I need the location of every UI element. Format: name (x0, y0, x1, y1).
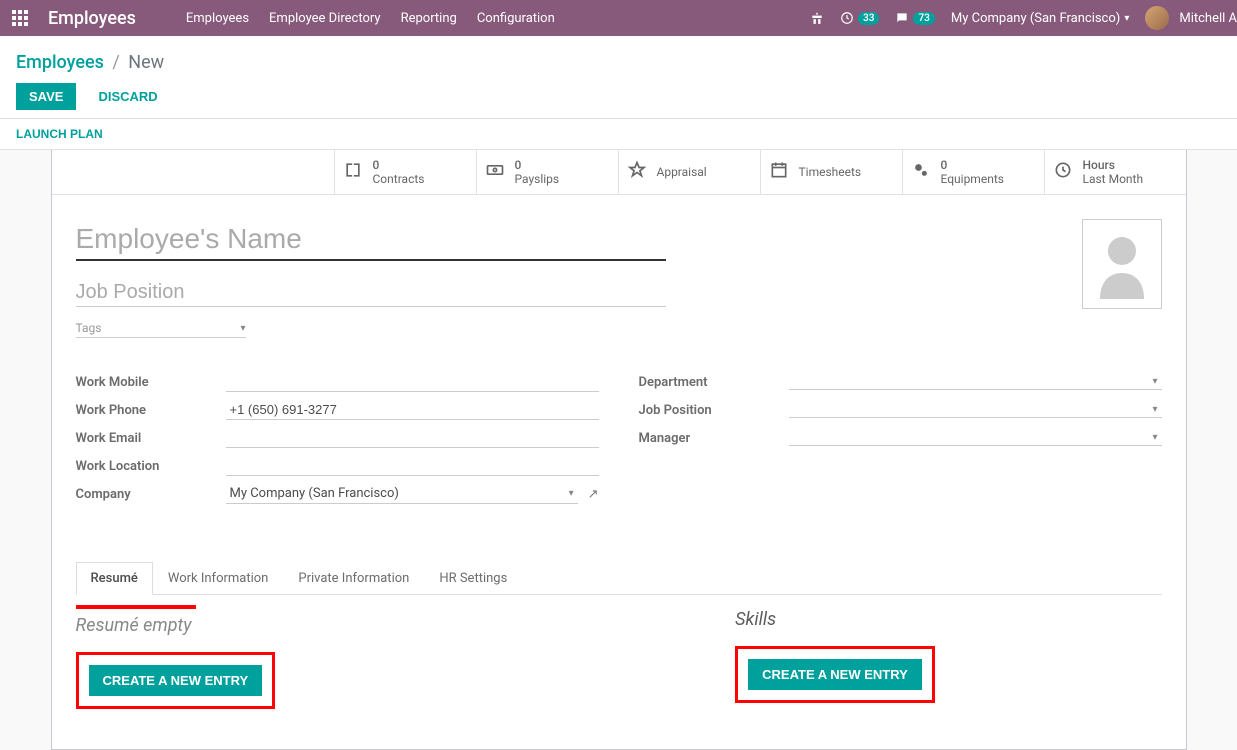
menu-configuration[interactable]: Configuration (477, 11, 555, 26)
launch-plan-button[interactable]: LAUNCH PLAN (0, 119, 119, 149)
calendar-icon (769, 160, 789, 185)
skills-heading: Skills (735, 609, 935, 630)
messages-icon[interactable]: 73 (895, 11, 934, 25)
menu-employees[interactable]: Employees (186, 11, 249, 26)
chevron-down-icon: ▾ (1152, 376, 1157, 387)
messages-badge: 73 (913, 12, 934, 25)
app-title[interactable]: Employees (48, 8, 136, 29)
company-select[interactable]: My Company (San Francisco) ▾ (226, 484, 578, 504)
create-skills-entry-button[interactable]: CREATE A NEW ENTRY (748, 659, 922, 690)
external-link-icon[interactable]: ↗ (588, 487, 599, 502)
activity-icon[interactable]: 33 (840, 11, 879, 25)
discard-button[interactable]: DISCARD (86, 83, 169, 110)
breadcrumb-root[interactable]: Employees (16, 52, 104, 73)
breadcrumb: Employees / New (16, 44, 1221, 83)
create-resume-entry-button[interactable]: CREATE A NEW ENTRY (89, 665, 263, 696)
highlight-box: CREATE A NEW ENTRY (735, 646, 935, 703)
tabs: Resumé Work Information Private Informat… (52, 532, 1186, 595)
work-email-input[interactable] (226, 428, 599, 448)
user-menu[interactable]: Mitchell A (1145, 6, 1237, 30)
breadcrumb-current: New (128, 52, 164, 73)
job-position-label: Job Position (639, 403, 789, 418)
menu-directory[interactable]: Employee Directory (269, 11, 381, 26)
tab-content: Resumé empty CREATE A NEW ENTRY Skills C… (52, 595, 1186, 749)
resume-section: Resumé empty CREATE A NEW ENTRY (76, 605, 276, 709)
tab-work-information[interactable]: Work Information (153, 562, 284, 595)
menu-reporting[interactable]: Reporting (401, 11, 457, 26)
activity-badge: 33 (858, 12, 879, 25)
employee-name-input[interactable] (76, 219, 666, 261)
skills-section: Skills CREATE A NEW ENTRY (735, 605, 935, 709)
highlight-box: CREATE A NEW ENTRY (76, 652, 276, 709)
form-sheet: 0Contracts 0Payslips Appraisal Timesheet… (51, 150, 1187, 750)
money-icon (485, 160, 505, 185)
tags-input[interactable]: Tags ▾ (76, 319, 246, 338)
resume-heading: Resumé empty (76, 615, 276, 636)
chevron-down-icon: ▾ (1152, 404, 1157, 415)
stat-button-row: 0Contracts 0Payslips Appraisal Timesheet… (52, 150, 1186, 195)
chevron-down-icon: ▾ (569, 488, 574, 499)
user-name: Mitchell A (1179, 11, 1237, 26)
work-location-label: Work Location (76, 459, 226, 474)
work-location-input[interactable] (226, 456, 599, 476)
clock-icon (1053, 160, 1073, 185)
department-select[interactable]: ▾ (789, 374, 1162, 390)
department-label: Department (639, 375, 789, 390)
stat-payslips[interactable]: 0Payslips (476, 150, 618, 194)
user-avatar (1145, 6, 1169, 30)
chevron-down-icon: ▾ (1152, 432, 1157, 443)
work-phone-label: Work Phone (76, 403, 226, 418)
highlight-underline (76, 605, 196, 609)
tab-hr-settings[interactable]: HR Settings (424, 562, 522, 595)
stat-appraisal[interactable]: Appraisal (618, 150, 760, 194)
company-selector[interactable]: My Company (San Francisco) ▾ (951, 11, 1129, 26)
work-mobile-input[interactable] (226, 372, 599, 392)
manager-label: Manager (639, 431, 789, 446)
stat-hours[interactable]: HoursLast Month (1044, 150, 1186, 194)
employee-photo[interactable] (1082, 219, 1162, 309)
book-icon (343, 160, 363, 185)
work-mobile-label: Work Mobile (76, 375, 226, 390)
manager-select[interactable]: ▾ (789, 430, 1162, 446)
save-button[interactable]: SAVE (16, 83, 76, 110)
status-bar: LAUNCH PLAN (0, 119, 1237, 150)
company-label: Company (76, 487, 226, 502)
job-position-select[interactable]: ▾ (789, 402, 1162, 418)
gears-icon (911, 160, 931, 185)
top-navbar: Employees Employees Employee Directory R… (0, 0, 1237, 36)
work-email-label: Work Email (76, 431, 226, 446)
apps-grid-icon[interactable] (12, 10, 28, 26)
job-position-title-input[interactable] (76, 275, 666, 307)
tab-private-information[interactable]: Private Information (283, 562, 424, 595)
stat-contracts[interactable]: 0Contracts (334, 150, 476, 194)
star-icon (627, 160, 647, 185)
chevron-down-icon: ▾ (240, 323, 245, 334)
stat-equipments[interactable]: 0Equipments (902, 150, 1044, 194)
work-phone-input[interactable] (226, 400, 599, 420)
control-panel: Employees / New SAVE DISCARD (0, 36, 1237, 119)
tab-resume[interactable]: Resumé (76, 562, 153, 595)
main-menu: Employees Employee Directory Reporting C… (186, 11, 555, 26)
stat-timesheets[interactable]: Timesheets (760, 150, 902, 194)
gift-icon[interactable] (810, 11, 824, 25)
